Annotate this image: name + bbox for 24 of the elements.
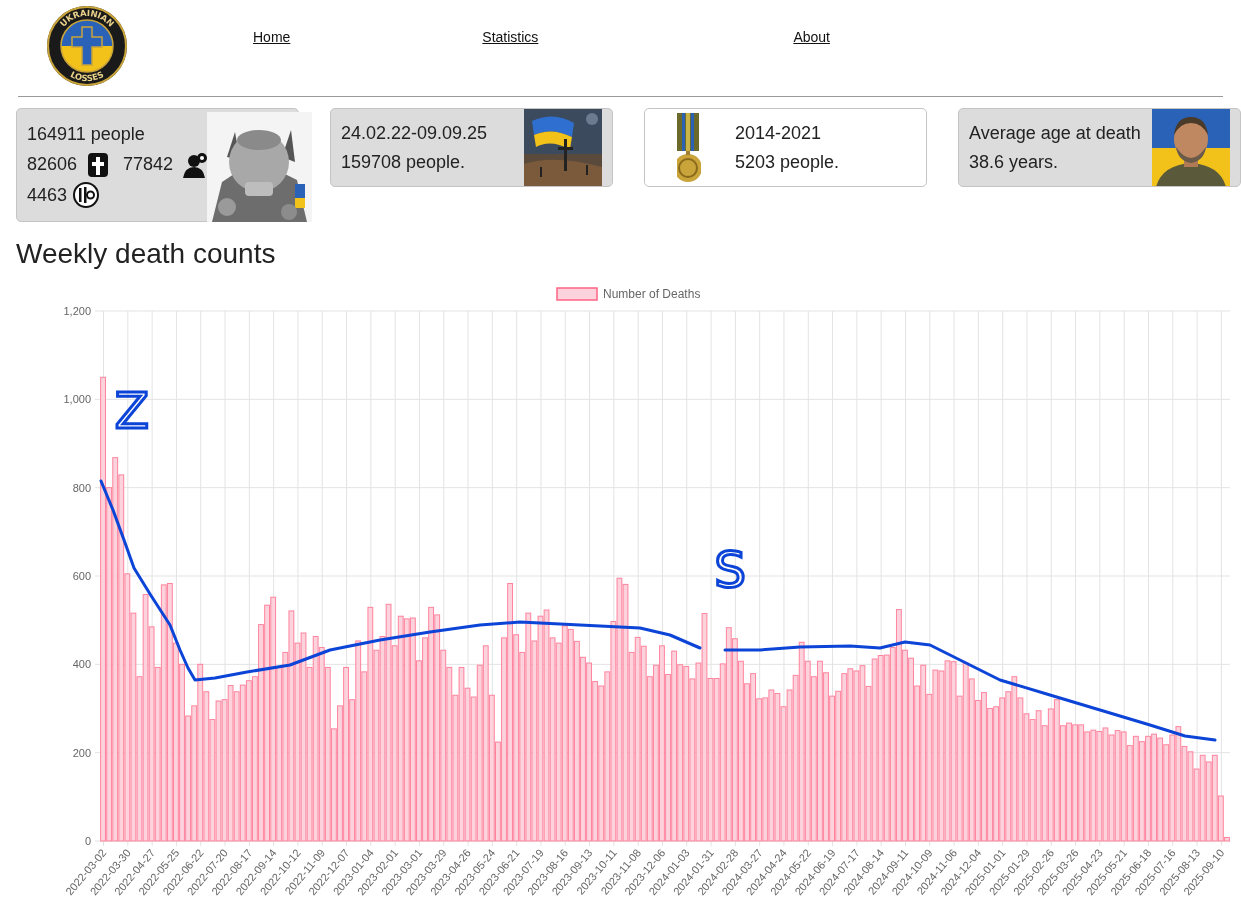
y-tick-label: 600 — [72, 570, 91, 582]
nav-link[interactable]: Statistics — [482, 27, 539, 48]
y-tick-label: 0 — [84, 835, 91, 847]
card-text: 5203 people. — [735, 150, 840, 174]
y-tick-label: 1,200 — [63, 305, 91, 317]
section-title: Weekly death counts — [16, 238, 277, 270]
y-tick-label: 400 — [72, 658, 91, 671]
y-tick-label: 800 — [72, 481, 91, 494]
card-text: 38.6 years. — [969, 150, 1060, 174]
nav-link[interactable]: About — [793, 27, 830, 48]
card-text: 2014-2021 — [735, 121, 823, 145]
count-value: 82606 — [27, 153, 78, 176]
handwritten-letter: Z — [114, 382, 150, 440]
y-tick-label: 200 — [72, 746, 91, 759]
total-count: 164911 people — [27, 123, 146, 146]
card-text: 159708 people. — [341, 150, 467, 174]
count-value: 4463 — [27, 183, 68, 207]
nav-link[interactable]: Home — [253, 27, 291, 48]
card-text: Average age at death — [969, 121, 1141, 145]
legend-label[interactable]: Number of Deaths — [603, 287, 701, 301]
card-text: 24.02.22-09.09.25 — [341, 121, 488, 145]
handwritten-letter: S — [714, 541, 746, 599]
y-tick-label: 1,000 — [63, 393, 91, 406]
count-value: 77842 — [123, 153, 174, 176]
